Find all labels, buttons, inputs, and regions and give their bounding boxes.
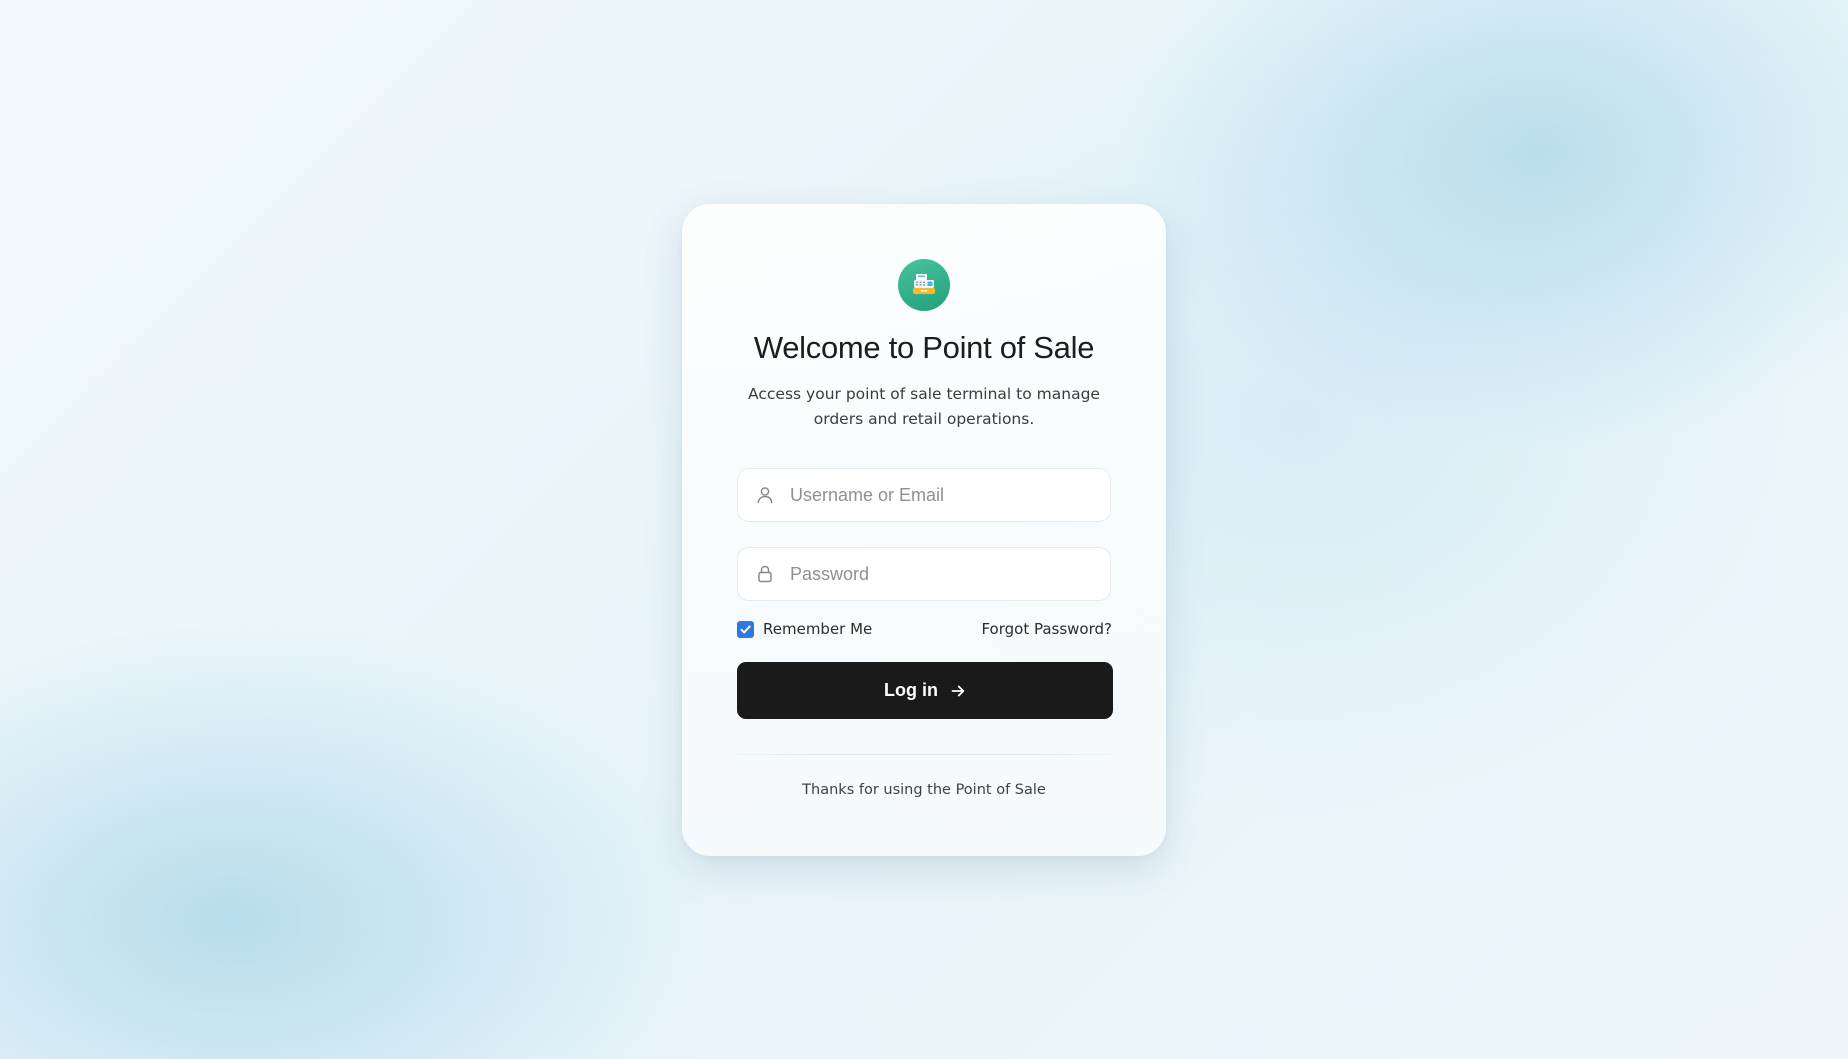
login-card: Welcome to Point of Sale Access your poi… — [682, 204, 1166, 856]
remember-me-label[interactable]: Remember Me — [763, 620, 872, 638]
user-icon — [755, 485, 775, 505]
forgot-password-link[interactable]: Forgot Password? — [981, 620, 1112, 638]
password-input[interactable] — [790, 548, 1090, 600]
remember-me[interactable]: Remember Me — [737, 619, 872, 639]
cash-register-icon — [898, 259, 950, 311]
login-button[interactable]: Log in — [737, 662, 1113, 719]
page-title: Welcome to Point of Sale — [753, 330, 1095, 365]
remember-me-checkbox[interactable] — [737, 620, 754, 638]
footer-text: Thanks for using the Point of Sale — [802, 782, 1046, 798]
arrow-right-icon — [951, 685, 965, 696]
password-field[interactable] — [737, 547, 1111, 601]
lock-icon — [755, 564, 775, 584]
username-input[interactable] — [790, 469, 1090, 521]
page-subtitle: Access your point of sale terminal to ma… — [748, 385, 1100, 428]
username-field[interactable] — [737, 468, 1111, 522]
divider — [737, 754, 1111, 755]
login-button-label: Log in — [884, 680, 938, 700]
